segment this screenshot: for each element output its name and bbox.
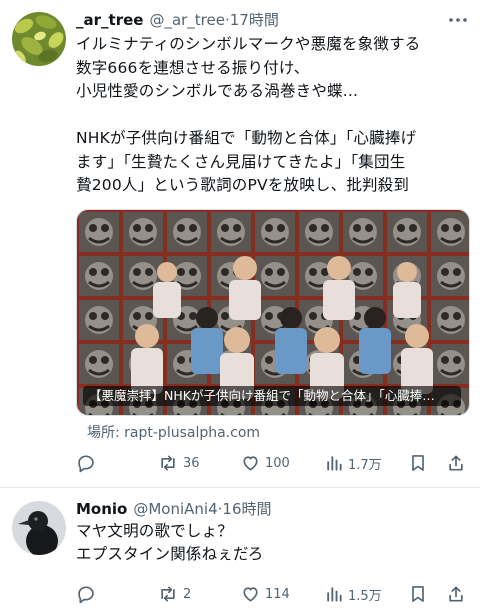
bookmark-button[interactable] bbox=[408, 451, 428, 475]
views-button[interactable]: 1.7万 bbox=[324, 451, 382, 475]
share-button[interactable] bbox=[446, 451, 466, 475]
view-count: 1.7万 bbox=[348, 457, 382, 473]
post-header: _ar_tree @_ar_tree · 17時間 bbox=[76, 9, 440, 31]
like-icon bbox=[243, 587, 258, 602]
post-text: マヤ文明の歌でしょ？ エプスタイン関係ねぇだろ bbox=[76, 522, 264, 563]
share-icon bbox=[449, 455, 463, 471]
repost-icon bbox=[161, 586, 175, 602]
bookmark-icon bbox=[412, 455, 424, 471]
post-header: Monio @MoniAni4 · 16時間 bbox=[76, 498, 440, 520]
bookmark-icon bbox=[412, 586, 424, 602]
post-text: イルミナティのシンボルマークや悪魔を象徴する 数字666を連想させる振り付け、 … bbox=[76, 35, 421, 194]
views-button[interactable]: 1.5万 bbox=[324, 582, 382, 606]
author-name[interactable]: _ar_tree bbox=[76, 11, 143, 29]
reply-icon bbox=[78, 586, 94, 604]
author-name[interactable]: Monio bbox=[76, 500, 127, 518]
reply-button[interactable] bbox=[76, 451, 100, 475]
like-button[interactable]: 114 bbox=[240, 582, 290, 606]
avatar-leaves-image bbox=[12, 12, 66, 66]
bookmark-button[interactable] bbox=[408, 582, 428, 606]
link-source[interactable]: 場所: rapt-plusalpha.com bbox=[87, 422, 260, 442]
share-button[interactable] bbox=[446, 582, 466, 606]
views-icon bbox=[327, 456, 342, 471]
repost-count: 2 bbox=[183, 586, 192, 602]
repost-count: 36 bbox=[183, 455, 200, 471]
action-bar: 2 114 1.5万 bbox=[72, 582, 474, 606]
timestamp[interactable]: 16時間 bbox=[222, 498, 271, 519]
avatar[interactable] bbox=[12, 501, 66, 555]
repost-button[interactable]: 36 bbox=[157, 451, 200, 475]
reply-button[interactable] bbox=[76, 582, 100, 606]
repost-icon bbox=[161, 455, 175, 471]
avatar[interactable] bbox=[12, 12, 66, 66]
like-count: 114 bbox=[265, 586, 290, 602]
author-handle[interactable]: @MoniAni4 bbox=[133, 500, 217, 518]
link-card-title[interactable]: 【悪魔崇拝】NHKが子供向け番組で「動物と合体」「心臓捧… bbox=[83, 386, 461, 406]
avatar-crow-image bbox=[12, 501, 66, 555]
repost-button[interactable]: 2 bbox=[157, 582, 191, 606]
like-count: 100 bbox=[265, 455, 290, 471]
post-monio[interactable]: Monio @MoniAni4 · 16時間 マヤ文明の歌でしょ？ エプスタイン… bbox=[0, 489, 480, 613]
action-bar: 36 100 1.7万 bbox=[72, 451, 474, 475]
author-handle[interactable]: @_ar_tree bbox=[149, 11, 225, 29]
like-icon bbox=[243, 456, 258, 471]
views-icon bbox=[327, 587, 342, 602]
link-card-image[interactable]: 【悪魔崇拝】NHKが子供向け番組で「動物と合体」「心臓捧… bbox=[76, 209, 470, 416]
post-ar-tree[interactable]: _ar_tree @_ar_tree · 17時間 イルミナティのシンボルマーク… bbox=[0, 0, 480, 488]
view-count: 1.5万 bbox=[348, 588, 382, 604]
more-icon[interactable] bbox=[446, 10, 470, 30]
share-icon bbox=[449, 586, 463, 602]
like-button[interactable]: 100 bbox=[240, 451, 290, 475]
reply-icon bbox=[78, 455, 94, 473]
timestamp[interactable]: 17時間 bbox=[230, 9, 279, 30]
